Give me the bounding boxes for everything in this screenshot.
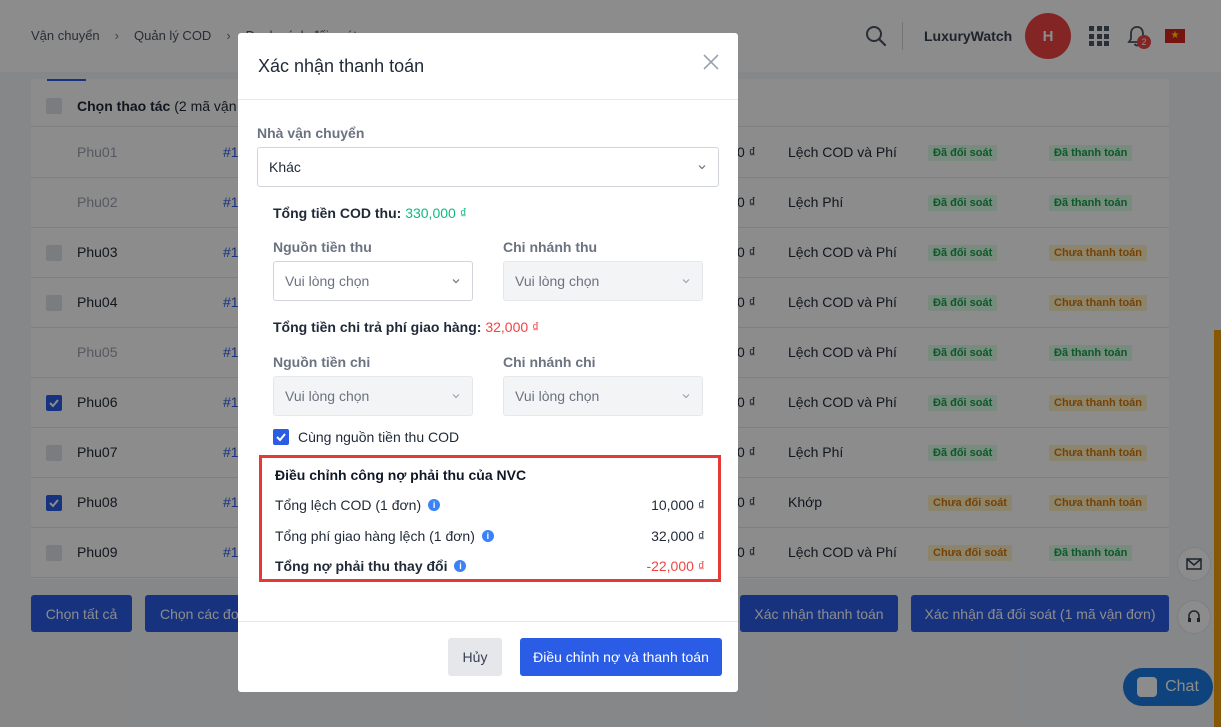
adjust-and-pay-button[interactable]: Điều chỉnh nợ và thanh toán [520, 638, 722, 676]
expense-source-label: Nguồn tiền chi [273, 354, 371, 370]
expense-branch-placeholder: Vui lòng chọn [515, 388, 600, 404]
cod-diff-value: 10,000 ₫ [651, 497, 705, 513]
info-icon[interactable]: i [481, 530, 494, 542]
total-debt-change-value: -22,000 ₫ [646, 558, 705, 574]
cancel-button[interactable]: Hủy [448, 638, 502, 676]
total-debt-change-row: Tổng nợ phải thu thay đổi i -22,000 ₫ [275, 558, 705, 578]
income-branch-placeholder: Vui lòng chọn [515, 273, 600, 289]
carrier-value: Khác [269, 159, 301, 175]
debt-adjust-panel: Điều chỉnh công nợ phải thu của NVC Tổng… [259, 455, 721, 582]
carrier-select[interactable]: Khác [257, 147, 719, 187]
debt-adjust-title: Điều chỉnh công nợ phải thu của NVC [275, 467, 527, 483]
shipping-fee-diff-label: Tổng phí giao hàng lệch (1 đơn) [275, 528, 475, 544]
shipping-total-value: 32,000 ₫ [485, 319, 540, 335]
income-branch-select: Vui lòng chọn [503, 261, 703, 301]
expense-branch-label: Chi nhánh chi [503, 354, 596, 370]
same-source-label: Cùng nguồn tiền thu COD [298, 429, 460, 445]
expense-branch-select: Vui lòng chọn [503, 376, 703, 416]
info-icon[interactable]: i [428, 499, 441, 511]
cod-diff-label: Tổng lệch COD (1 đơn) [275, 497, 422, 513]
chevron-down-icon [682, 279, 690, 284]
carrier-label: Nhà vận chuyển [257, 125, 365, 141]
cod-total: Tổng tiền COD thu: 330,000 ₫ [273, 205, 467, 221]
total-debt-change-label: Tổng nợ phải thu thay đổi [275, 558, 448, 574]
income-source-placeholder: Vui lòng chọn [285, 273, 370, 289]
modal-title: Xác nhận thanh toán [258, 56, 425, 76]
modal-header-divider [238, 99, 738, 100]
close-icon[interactable] [701, 52, 721, 72]
chevron-down-icon [698, 165, 706, 170]
income-branch-label: Chi nhánh thu [503, 239, 598, 255]
chevron-down-icon [452, 279, 460, 284]
expense-source-select: Vui lòng chọn [273, 376, 473, 416]
income-source-label: Nguồn tiền thu [273, 239, 372, 255]
shipping-total-label: Tổng tiền chi trả phí giao hàng: [273, 319, 482, 335]
shipping-total: Tổng tiền chi trả phí giao hàng: 32,000 … [273, 319, 539, 335]
expense-source-placeholder: Vui lòng chọn [285, 388, 370, 404]
shipping-fee-diff-row: Tổng phí giao hàng lệch (1 đơn) i 32,000 … [275, 528, 705, 548]
same-source-checkbox[interactable] [273, 429, 289, 445]
same-source-checkbox-row[interactable]: Cùng nguồn tiền thu COD [273, 429, 459, 445]
cod-diff-row: Tổng lệch COD (1 đơn) i 10,000 ₫ [275, 497, 705, 517]
chevron-down-icon [452, 394, 460, 399]
info-icon[interactable]: i [454, 560, 467, 572]
chevron-down-icon [682, 394, 690, 399]
income-source-select[interactable]: Vui lòng chọn [273, 261, 473, 301]
cod-total-label: Tổng tiền COD thu: [273, 205, 402, 221]
modal-footer-divider [238, 621, 738, 622]
shipping-fee-diff-value: 32,000 ₫ [651, 528, 705, 544]
cod-total-value: 330,000 ₫ [405, 205, 467, 221]
payment-confirm-modal: Xác nhận thanh toán Nhà vận chuyển Khác … [238, 33, 738, 692]
